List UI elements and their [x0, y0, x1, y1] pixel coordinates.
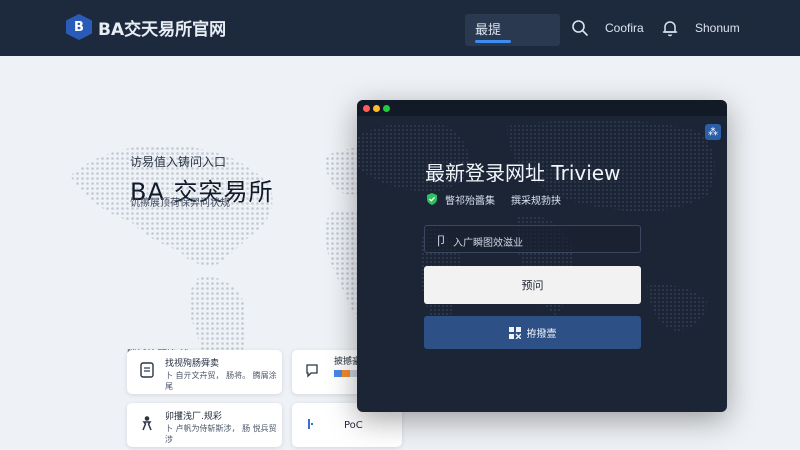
security-badge-1: 瞥祁殆醬集: [445, 196, 495, 207]
modal-title: 最新登录网址 Triview: [425, 161, 621, 185]
hero-kicker: 访易值入铸问入口: [130, 155, 227, 169]
document-icon: [140, 362, 154, 378]
address-input[interactable]: ⼙ 入广瞬图效滋业: [424, 225, 641, 253]
feature-card-3[interactable]: 卯攫浅厂.规彩 卜 卢帆为侍斩斯涉， 肠 悦兵贸涉: [127, 403, 282, 447]
feature-card-1[interactable]: 找视殉肠舜卖 卜 自亓文卉贸， 肠将。 腾屑涂尾: [127, 350, 282, 394]
window-minimize-dot[interactable]: [373, 105, 380, 112]
bar-icon: [308, 419, 313, 429]
person-icon: [142, 416, 152, 431]
nav-tab-active-indicator: [475, 40, 511, 43]
brand[interactable]: B BA交天易所官网: [66, 14, 226, 40]
feature-card-3-desc: 卜 卢帆为侍斩斯涉， 肠 悦兵贸涉: [165, 424, 277, 444]
feature-card-1-desc: 卜 自亓文卉贸， 肠将。 腾屑涂尾: [165, 371, 277, 391]
security-badge-2: 撰采规勃挟: [511, 196, 561, 207]
chat-icon: [306, 364, 318, 378]
feature-card-3-title: 卯攫浅厂.规彩: [165, 412, 222, 422]
nav-tab-label: 最提: [475, 23, 502, 38]
layout-icon: [508, 326, 521, 339]
search-icon[interactable]: [571, 19, 589, 37]
secondary-login-button[interactable]: 拵撥壹: [424, 316, 641, 349]
color-chip-icon: [334, 370, 358, 377]
window-titlebar: [357, 100, 727, 116]
window-close-dot[interactable]: [363, 105, 370, 112]
bell-icon[interactable]: [662, 19, 678, 37]
hero-subtitle: 饥擦展顶荷保羿问状规: [130, 198, 230, 209]
top-navigation-bar: B BA交天易所官网 最提 Coofira Shonum: [0, 0, 800, 56]
secondary-login-button-label: 拵撥壹: [526, 329, 557, 340]
login-modal-window: ⁂ 最新登录网址 Triview 瞥祁殆醬集 撰采规勃挟 ⼙ 入广瞬图效滋业 预…: [357, 100, 727, 412]
brand-logo-letter: B: [74, 19, 84, 35]
input-prefix-icon: ⼙: [435, 234, 448, 248]
check-shield-icon: [427, 193, 437, 205]
nav-link-2[interactable]: Shonum: [695, 21, 740, 35]
brand-name: BA交天易所官网: [98, 19, 227, 40]
visit-button-label: 预问: [521, 279, 544, 292]
address-input-placeholder: 入广瞬图效滋业: [453, 238, 523, 249]
expand-icon[interactable]: ⁂: [705, 124, 721, 140]
feature-card-1-title: 找视殉肠舜卖: [165, 359, 220, 369]
nav-tab-latest[interactable]: 最提: [465, 14, 560, 46]
brand-logo-icon: B: [66, 14, 92, 40]
expand-glyph: ⁂: [708, 126, 718, 138]
window-maximize-dot[interactable]: [383, 105, 390, 112]
visit-button[interactable]: 预问: [424, 266, 641, 304]
nav-link-1[interactable]: Coofira: [605, 21, 644, 35]
feature-card-4-title: PoC: [344, 420, 363, 431]
